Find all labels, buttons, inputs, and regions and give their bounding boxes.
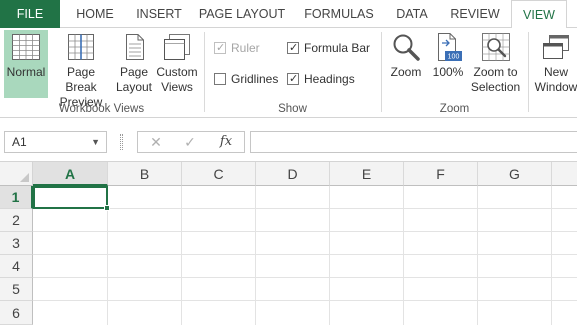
headings-checkbox[interactable]: Headings — [287, 70, 355, 88]
tab-formulas[interactable]: FORMULAS — [298, 0, 380, 28]
gridline — [255, 186, 256, 325]
gridline — [33, 254, 577, 255]
ribbon: Normal Page Break Preview Page Layout Cu… — [0, 28, 577, 118]
ruler-label: Ruler — [231, 41, 260, 55]
gridlines-check-icon — [214, 73, 226, 85]
row-header-2[interactable]: 2 — [0, 209, 33, 232]
gridline — [477, 186, 478, 325]
tab-file[interactable]: FILE — [0, 0, 60, 28]
name-box[interactable]: A1 ▼ — [4, 131, 107, 153]
chevron-down-icon[interactable]: ▼ — [91, 132, 100, 152]
ruler-check-icon — [214, 39, 226, 57]
formula-bar-checkbox[interactable]: Formula Bar — [287, 39, 370, 57]
tab-data[interactable]: DATA — [389, 0, 435, 28]
custom-views-label-1: Custom — [156, 65, 198, 79]
page-break-preview-label-1: Page Break — [65, 65, 97, 94]
select-all-button[interactable] — [0, 162, 33, 186]
column-header-c[interactable]: C — [182, 162, 256, 186]
insert-function-icon[interactable]: fx — [213, 132, 239, 152]
zoom-label: Zoom — [390, 65, 422, 79]
ruler-checkbox[interactable]: Ruler — [214, 39, 260, 57]
zoom-100-icon: 100 — [433, 32, 463, 62]
gridline — [33, 300, 577, 301]
gridline — [33, 277, 577, 278]
column-header-b[interactable]: B — [108, 162, 182, 186]
cancel-entry-icon[interactable]: ✕ — [143, 132, 169, 152]
zoom-to-selection-label-2: Selection — [470, 80, 521, 94]
custom-views-icon — [162, 32, 192, 62]
zoom-group-label: Zoom — [439, 103, 470, 115]
formula-bar-label: Formula Bar — [304, 41, 371, 55]
gridlines-label: Gridlines — [231, 72, 279, 86]
row-header-6[interactable]: 6 — [0, 301, 33, 325]
row-header-3[interactable]: 3 — [0, 232, 33, 255]
gridline — [551, 186, 552, 325]
column-header-d[interactable]: D — [256, 162, 330, 186]
new-window-button[interactable]: New Window — [531, 30, 577, 98]
gridline — [181, 186, 182, 325]
row-header-1[interactable]: 1 — [0, 186, 33, 209]
custom-views-button[interactable]: Custom Views — [155, 30, 199, 98]
show-group-label: Show — [278, 103, 307, 115]
group-window: New Window — [529, 28, 577, 118]
normal-view-button[interactable]: Normal — [4, 30, 48, 98]
workbook-views-group-label: Workbook Views — [58, 103, 145, 115]
tab-view[interactable]: VIEW — [511, 0, 567, 29]
ribbon-tab-bar: FILE HOME INSERT PAGE LAYOUT FORMULAS DA… — [0, 0, 577, 29]
zoom-100-button[interactable]: 100 100% — [430, 30, 466, 98]
column-header-h[interactable] — [552, 162, 577, 186]
tab-page-layout[interactable]: PAGE LAYOUT — [195, 0, 289, 28]
name-box-value: A1 — [12, 135, 27, 149]
tab-review[interactable]: REVIEW — [444, 0, 506, 28]
zoom-100-icon-text: 100 — [448, 54, 460, 61]
zoom-button[interactable]: Zoom — [386, 30, 426, 98]
page-layout-view-label-1: Page — [119, 65, 149, 79]
active-cell-a1[interactable] — [33, 186, 108, 209]
normal-view-icon — [11, 32, 41, 62]
new-window-label-2: Window — [534, 80, 577, 94]
group-show: Ruler Formula Bar Gridlines Headings Sho… — [205, 28, 380, 118]
formula-input[interactable] — [250, 131, 577, 153]
gridlines-checkbox[interactable]: Gridlines — [214, 70, 278, 88]
tab-home[interactable]: HOME — [66, 0, 124, 28]
tab-insert[interactable]: INSERT — [128, 0, 190, 28]
zoom-to-selection-label-1: Zoom to — [473, 65, 518, 79]
page-layout-view-button[interactable]: Page Layout — [114, 30, 154, 98]
page-layout-view-label-2: Layout — [115, 80, 153, 94]
headings-check-icon — [287, 70, 299, 88]
normal-view-label: Normal — [6, 65, 46, 79]
gridline — [33, 231, 577, 232]
worksheet-grid: A B C D E F G 1 2 3 4 5 6 — [0, 162, 577, 325]
column-header-f[interactable]: F — [404, 162, 478, 186]
column-header-g[interactable]: G — [478, 162, 552, 186]
zoom-to-selection-icon — [481, 32, 511, 62]
custom-views-label-2: Views — [161, 80, 193, 94]
fill-handle[interactable] — [104, 205, 110, 211]
headings-label: Headings — [304, 72, 355, 86]
page-break-preview-icon — [66, 32, 96, 62]
formula-buttons: ✕ ✓ fx — [137, 131, 245, 153]
zoom-100-label: 100% — [432, 65, 464, 79]
group-workbook-views: Normal Page Break Preview Page Layout Cu… — [0, 28, 203, 118]
column-header-a[interactable]: A — [33, 162, 108, 186]
formula-bar: A1 ▼ ✕ ✓ fx — [0, 118, 577, 162]
formula-bar-check-icon — [287, 39, 299, 57]
resize-grip-icon[interactable] — [120, 134, 123, 150]
page-break-preview-button[interactable]: Page Break Preview — [50, 30, 112, 109]
new-window-label-1: New — [543, 65, 568, 79]
row-header-5[interactable]: 5 — [0, 278, 33, 301]
page-layout-view-icon — [119, 32, 149, 62]
new-window-icon — [541, 32, 571, 62]
column-header-e[interactable]: E — [330, 162, 404, 186]
magnifier-icon — [391, 32, 421, 62]
group-zoom: Zoom 100 100% Zoom to Selection Zoom — [382, 28, 527, 118]
zoom-to-selection-button[interactable]: Zoom to Selection — [468, 30, 523, 98]
gridline — [33, 208, 577, 209]
gridline — [329, 186, 330, 325]
gridline — [403, 186, 404, 325]
row-header-4[interactable]: 4 — [0, 255, 33, 278]
enter-entry-icon[interactable]: ✓ — [177, 132, 203, 152]
